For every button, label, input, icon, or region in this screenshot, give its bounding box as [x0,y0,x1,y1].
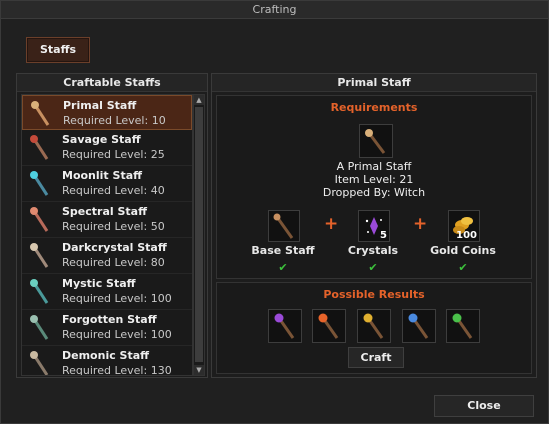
staff-name: Savage Staff [62,133,141,146]
scroll-up-arrow-icon[interactable]: ▲ [194,95,204,105]
gold-coins-icon[interactable]: 100 [448,210,480,242]
requirements-box: Requirements A Primal Staff Item Level: … [216,95,532,279]
staff-name: Primal Staff [63,99,137,112]
staff-icon [25,312,55,342]
crystals-qty: 5 [380,230,387,241]
ice-staff-icon[interactable] [402,309,436,343]
list-item[interactable]: Darkcrystal Staff Required Level: 80 [22,238,192,274]
item-name: A Primal Staff [336,160,412,173]
staff-required-level: Required Level: 80 [62,256,165,269]
plus-icon: + [413,214,428,234]
detail-panel: Primal Staff Requirements A Primal Staff… [211,73,537,378]
staff-icon [25,168,55,198]
staff-name: Forgotten Staff [62,313,157,326]
nature-staff-icon[interactable] [446,309,480,343]
list-item[interactable]: Mystic Staff Required Level: 100 [22,274,192,310]
staff-icon [25,132,55,162]
staff-required-level: Required Level: 100 [62,292,172,305]
staff-name: Moonlit Staff [62,169,143,182]
staff-icon [25,348,55,375]
staff-name: Mystic Staff [62,277,136,290]
requirements-title: Requirements [330,101,418,114]
base-staff-label: Base Staff [251,244,315,257]
list-item[interactable]: Spectral Staff Required Level: 50 [22,202,192,238]
gold-coins-label: Gold Coins [430,244,496,257]
staff-required-level: Required Level: 25 [62,148,165,161]
scroll-thumb[interactable] [195,107,203,362]
staff-required-level: Required Level: 130 [62,364,172,376]
primal-staff-preview-icon [359,124,393,158]
staff-required-level: Required Level: 10 [63,114,166,127]
scroll-down-arrow-icon[interactable]: ▼ [194,365,204,375]
plus-icon: + [324,214,339,234]
staff-required-level: Required Level: 50 [62,220,165,233]
gold-coins-qty: 100 [456,230,477,241]
crystals-label: Crystals [347,244,399,257]
dropped-by: Dropped By: Witch [322,186,426,199]
fire-staff-icon[interactable] [312,309,346,343]
list-item[interactable]: Moonlit Staff Required Level: 40 [22,166,192,202]
list-header: Craftable Staffs [17,74,207,92]
base-staff-icon[interactable] [268,210,300,242]
list-item[interactable]: Demonic Staff Required Level: 130 [22,346,192,376]
crafting-window: Crafting Staffs Craftable Staffs Primal … [0,0,549,424]
staff-name: Darkcrystal Staff [62,241,167,254]
list-item[interactable]: Savage Staff Required Level: 25 [22,130,192,166]
checkmark-icon: ✔ [458,261,468,274]
purple-staff-icon[interactable] [268,309,302,343]
possible-results-box: Possible Results Craft [216,282,532,374]
results-title: Possible Results [323,288,425,301]
staff-icon [26,98,56,128]
list-item[interactable]: Forgotten Staff Required Level: 100 [22,310,192,346]
checkmark-icon: ✔ [368,261,378,274]
list-item[interactable]: Primal Staff Required Level: 10 [22,95,192,130]
craft-button[interactable]: Craft [348,347,404,368]
window-title: Crafting [1,1,548,19]
staff-required-level: Required Level: 100 [62,328,172,341]
staff-icon [25,204,55,234]
craftable-list-panel: Craftable Staffs Primal Staff Required Le… [16,73,208,378]
staff-name: Demonic Staff [62,349,150,362]
staff-list: Primal Staff Required Level: 10 Savage Sta… [21,94,193,376]
staff-icon [25,276,55,306]
item-level: Item Level: 21 [334,173,414,186]
tab-staffs[interactable]: Staffs [26,37,90,63]
close-button[interactable]: Close [434,395,534,417]
golden-staff-icon[interactable] [357,309,391,343]
staff-required-level: Required Level: 40 [62,184,165,197]
staff-name: Spectral Staff [62,205,147,218]
staff-icon [25,240,55,270]
list-scrollbar[interactable]: ▲ ▼ [193,94,205,376]
checkmark-icon: ✔ [278,261,288,274]
detail-header: Primal Staff [212,74,536,92]
crystals-icon[interactable]: 5 [358,210,390,242]
